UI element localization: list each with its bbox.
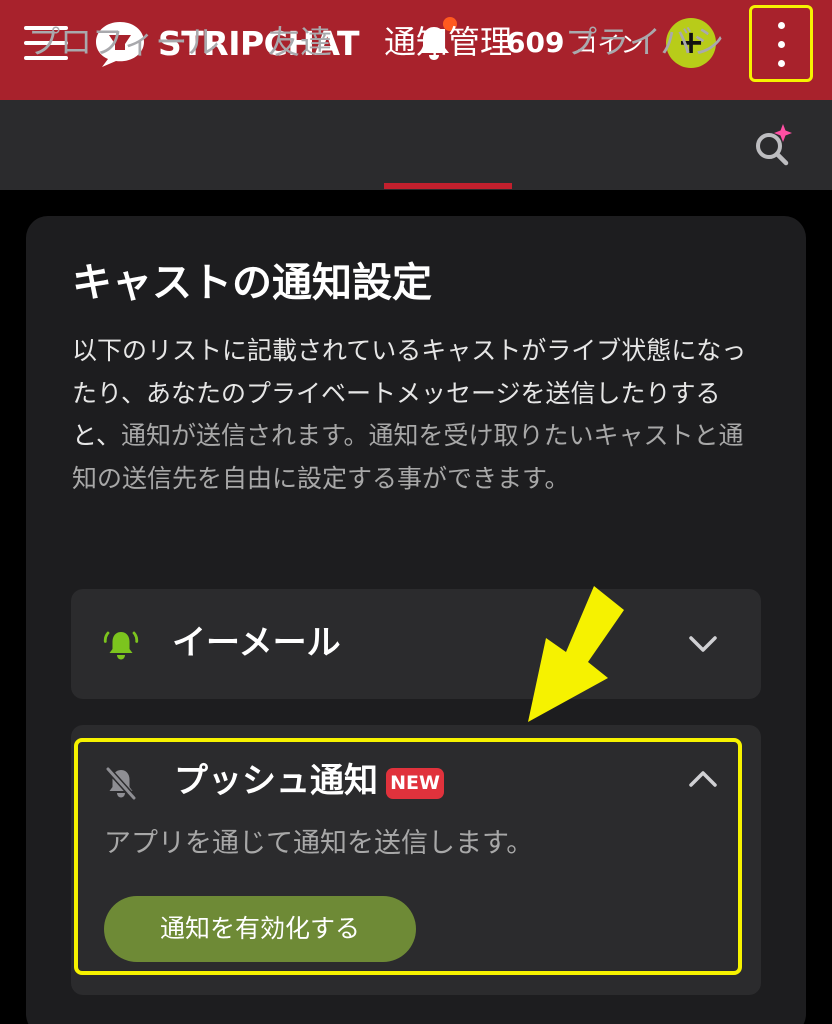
tab-notification-settings[interactable]: 通知管理 (384, 22, 512, 62)
active-tab-indicator (384, 183, 512, 189)
new-badge: NEW (386, 768, 444, 799)
tab-profile[interactable]: プロフィール (28, 22, 219, 62)
description-dim: 通知が送信されます。通知を受け取りたいキャストと通知の送信先を自由に設定する事が… (72, 421, 744, 493)
chevron-up-icon[interactable] (688, 770, 718, 788)
page-title: キャストの通知設定 (72, 260, 432, 306)
bell-ringing-icon (103, 631, 139, 660)
push-notification-label: プッシュ通知 (174, 761, 378, 801)
section-description: 以下のリストに記載されているキャストがライブ状態になったり、あなたのプライベート… (72, 330, 752, 500)
coin-amount: 609 (506, 26, 565, 59)
chevron-down-icon[interactable] (688, 635, 718, 653)
settings-tabs (0, 100, 832, 190)
bell-off-icon (105, 766, 137, 801)
vertical-ellipsis-icon[interactable] (749, 5, 813, 82)
tab-privacy[interactable]: プライバシ (565, 22, 724, 62)
enable-notifications-button[interactable]: 通知を有効化する (104, 896, 416, 962)
tab-friends[interactable]: 友達 (268, 22, 332, 62)
annotation-arrow-icon (528, 586, 624, 722)
email-label: イーメール (172, 623, 341, 663)
search-sparkle-icon[interactable] (752, 122, 796, 168)
push-notification-description: アプリを通じて通知を送信します。 (104, 828, 534, 859)
